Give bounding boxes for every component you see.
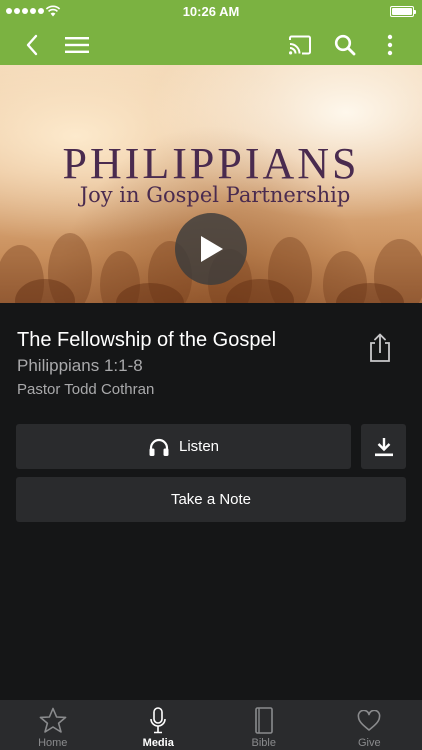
search-icon (334, 34, 356, 55)
tab-media-label: Media (142, 737, 174, 749)
headphones-icon (149, 438, 169, 456)
star-icon (39, 707, 67, 733)
sermon-reference: Philippians 1:1-8 (17, 356, 143, 375)
play-icon (201, 236, 223, 262)
play-button[interactable] (175, 213, 247, 285)
listen-label: Listen (178, 438, 220, 455)
search-button[interactable] (331, 24, 359, 65)
tab-home-label: Home (38, 737, 68, 749)
tab-media[interactable]: Media (106, 700, 212, 750)
hero-subtitle: Joy in Gospel Partnership (79, 183, 351, 207)
hamburger-menu-icon (65, 36, 89, 53)
back-button[interactable] (18, 24, 46, 65)
tab-give-label: Give (357, 737, 381, 749)
sermon-video-thumbnail[interactable]: PHILIPPIANS Joy in Gospel Partnership (0, 65, 422, 303)
status-bar: 10:26 AM (0, 0, 422, 24)
listen-button[interactable]: Listen (16, 424, 351, 469)
heart-icon (357, 709, 381, 731)
take-note-button[interactable]: Take a Note (16, 477, 406, 522)
battery-icon (390, 6, 416, 17)
back-chevron-icon (26, 34, 38, 55)
microphone-icon (150, 707, 167, 734)
nav-bar (0, 24, 422, 65)
more-vertical-icon (387, 34, 393, 55)
sermon-title: The Fellowship of the Gospel (17, 329, 277, 351)
sermon-detail: The Fellowship of the Gospel Philippians… (0, 303, 422, 700)
cast-icon (289, 35, 311, 54)
tab-give[interactable]: Give (317, 700, 422, 750)
share-icon (370, 333, 390, 362)
tab-bar: Home Media Bible Give (0, 700, 422, 750)
cast-button[interactable] (286, 24, 314, 65)
share-button[interactable] (366, 332, 394, 364)
hero-title: PHILIPPIANS (62, 139, 360, 188)
download-button[interactable] (361, 424, 406, 469)
menu-button[interactable] (63, 24, 91, 65)
tab-home[interactable]: Home (0, 700, 106, 750)
more-button[interactable] (376, 24, 404, 65)
download-icon (374, 437, 393, 456)
tab-bible-label: Bible (251, 737, 276, 749)
tab-bible[interactable]: Bible (211, 700, 317, 750)
status-time: 10:26 AM (182, 4, 240, 19)
sermon-speaker: Pastor Todd Cothran (17, 381, 155, 398)
book-icon (254, 707, 273, 734)
